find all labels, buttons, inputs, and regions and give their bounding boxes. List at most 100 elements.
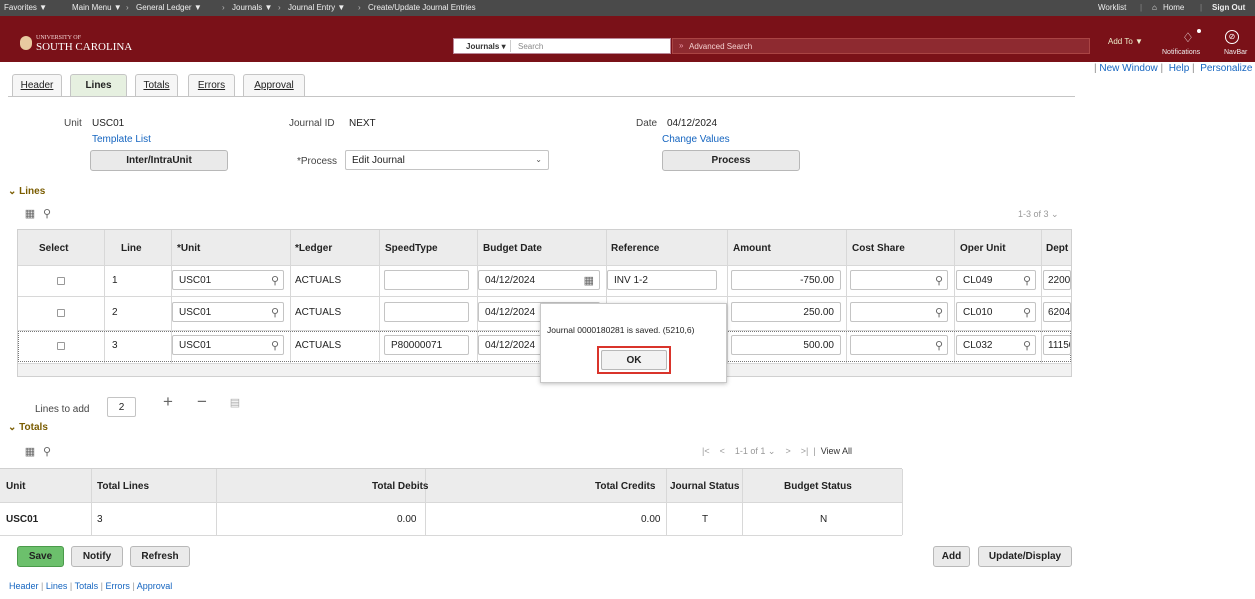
- delete-row-icon[interactable]: −: [194, 392, 210, 411]
- reference-input[interactable]: INV 1-2: [607, 270, 717, 290]
- update-display-button[interactable]: Update/Display: [978, 546, 1072, 567]
- speedtype-input[interactable]: [384, 302, 469, 322]
- home-icon[interactable]: ⌂: [1152, 3, 1157, 12]
- bottom-link-errors[interactable]: Errors: [105, 581, 130, 591]
- unit-input[interactable]: USC01 ⚲: [172, 270, 284, 290]
- unit-input[interactable]: USC01 ⚲: [172, 302, 284, 322]
- totals-section-title[interactable]: ⌄ Totals: [8, 422, 48, 433]
- lines-to-add-input[interactable]: 2: [107, 397, 136, 417]
- breadcrumb-general-ledger[interactable]: General Ledger ▼: [136, 3, 202, 12]
- tab-lines[interactable]: Lines: [70, 74, 127, 96]
- cost-share-input[interactable]: ⚲: [850, 302, 948, 322]
- col-header-oper-unit[interactable]: Oper Unit: [960, 243, 1006, 254]
- unit-input[interactable]: USC01 ⚲: [172, 335, 284, 355]
- main-menu[interactable]: Main Menu ▼: [72, 3, 122, 12]
- notifications-label[interactable]: Notifications: [1162, 49, 1200, 56]
- new-window-link[interactable]: New Window: [1099, 63, 1157, 74]
- bottom-link-lines[interactable]: Lines: [46, 581, 68, 591]
- calendar-icon[interactable]: ▦: [584, 274, 594, 287]
- budget-status-link[interactable]: N: [820, 514, 827, 525]
- dept-input[interactable]: 22000: [1043, 270, 1071, 290]
- col-header-cost-share[interactable]: Cost Share: [852, 243, 905, 254]
- breadcrumb-journals[interactable]: Journals ▼: [232, 3, 272, 12]
- bottom-link-approval[interactable]: Approval: [137, 581, 173, 591]
- compass-icon[interactable]: ⊘: [1225, 30, 1239, 44]
- search-scope-select[interactable]: Journals ▾: [466, 42, 506, 51]
- row-select-checkbox[interactable]: [57, 309, 65, 317]
- search-box[interactable]: Journals ▾ Search: [453, 38, 671, 54]
- lookup-icon[interactable]: ⚲: [271, 274, 279, 287]
- lookup-icon[interactable]: ⚲: [935, 274, 943, 287]
- bottom-link-totals[interactable]: Totals: [75, 581, 99, 591]
- sign-out-link[interactable]: Sign Out: [1212, 3, 1245, 12]
- search-icon[interactable]: ⚲: [40, 206, 54, 220]
- tab-approval[interactable]: Approval: [243, 74, 305, 96]
- process-button[interactable]: Process: [662, 150, 800, 171]
- lookup-icon[interactable]: ⚲: [1023, 339, 1031, 352]
- lines-section-title[interactable]: ⌄ Lines: [8, 186, 45, 197]
- lookup-icon[interactable]: ⚲: [935, 306, 943, 319]
- totals-pager-text[interactable]: 1-1 of 1: [735, 446, 766, 456]
- oper-unit-input[interactable]: CL049 ⚲: [956, 270, 1036, 290]
- amount-input[interactable]: 250.00: [731, 302, 841, 322]
- row-select-checkbox[interactable]: [57, 342, 65, 350]
- amount-input[interactable]: 500.00: [731, 335, 841, 355]
- col-header-ledger[interactable]: *Ledger: [295, 243, 332, 254]
- cost-share-input[interactable]: ⚲: [850, 270, 948, 290]
- dept-input[interactable]: 11150: [1043, 335, 1071, 355]
- col-header-dept[interactable]: Dept: [1046, 243, 1068, 254]
- next-page-icon[interactable]: >: [785, 446, 790, 456]
- col-header-select[interactable]: Select: [39, 243, 68, 254]
- cost-share-input[interactable]: ⚲: [850, 335, 948, 355]
- lookup-icon[interactable]: ⚲: [935, 339, 943, 352]
- prev-page-icon[interactable]: <: [720, 446, 725, 456]
- process-select[interactable]: Edit Journal ⌄: [345, 150, 549, 170]
- col-header-reference[interactable]: Reference: [611, 243, 659, 254]
- template-list-link[interactable]: Template List: [92, 134, 151, 145]
- add-button[interactable]: Add: [933, 546, 970, 567]
- add-row-icon[interactable]: +: [160, 392, 176, 411]
- speedtype-input[interactable]: P80000071: [384, 335, 469, 355]
- view-all-link[interactable]: View All: [821, 446, 852, 456]
- notify-button[interactable]: Notify: [71, 546, 123, 567]
- add-to-menu[interactable]: Add To ▼: [1108, 37, 1143, 46]
- calculator-icon[interactable]: ▤: [229, 395, 241, 409]
- change-values-link[interactable]: Change Values: [662, 134, 730, 145]
- speedtype-input[interactable]: [384, 270, 469, 290]
- advanced-search-bar[interactable]: » Advanced Search: [672, 38, 1090, 54]
- tab-errors[interactable]: Errors: [188, 74, 235, 96]
- col-header-amount[interactable]: Amount: [733, 243, 771, 254]
- budget-date-input[interactable]: 04/12/2024 ▦: [478, 270, 600, 290]
- save-button[interactable]: Save: [17, 546, 64, 567]
- grid-settings-icon[interactable]: ▦: [23, 444, 37, 458]
- lookup-icon[interactable]: ⚲: [1023, 306, 1031, 319]
- row-select-checkbox[interactable]: [57, 277, 65, 285]
- lookup-icon[interactable]: ⚲: [1023, 274, 1031, 287]
- inter-intraunit-button[interactable]: Inter/IntraUnit: [90, 150, 228, 171]
- favorites-menu[interactable]: Favorites ▼: [4, 3, 47, 12]
- navbar-label[interactable]: NavBar: [1224, 49, 1247, 56]
- lookup-icon[interactable]: ⚲: [271, 339, 279, 352]
- first-page-icon[interactable]: |<: [702, 446, 710, 456]
- amount-input[interactable]: -750.00: [731, 270, 841, 290]
- breadcrumb-create-update[interactable]: Create/Update Journal Entries: [368, 3, 476, 12]
- oper-unit-input[interactable]: CL010 ⚲: [956, 302, 1036, 322]
- col-header-line[interactable]: Line: [121, 243, 142, 254]
- search-icon[interactable]: ⚲: [40, 444, 54, 458]
- home-link[interactable]: Home: [1163, 3, 1184, 12]
- tab-totals[interactable]: Totals: [135, 74, 178, 96]
- personalize-page-link[interactable]: Personalize Page: [1200, 63, 1255, 74]
- advanced-search-link[interactable]: Advanced Search: [689, 42, 752, 51]
- journal-status-link[interactable]: T: [702, 514, 708, 525]
- tab-header[interactable]: Header: [12, 74, 62, 96]
- bottom-link-header[interactable]: Header: [9, 581, 39, 591]
- worklist-link[interactable]: Worklist: [1098, 3, 1126, 12]
- refresh-button[interactable]: Refresh: [130, 546, 190, 567]
- ok-button[interactable]: OK: [601, 350, 667, 370]
- help-link[interactable]: Help: [1169, 63, 1190, 74]
- col-header-unit[interactable]: *Unit: [177, 243, 200, 254]
- breadcrumb-journal-entry[interactable]: Journal Entry ▼: [288, 3, 345, 12]
- oper-unit-input[interactable]: CL032 ⚲: [956, 335, 1036, 355]
- last-page-icon[interactable]: >|: [801, 446, 809, 456]
- lines-pager[interactable]: 1-3 of 3 ⌄: [1018, 209, 1059, 220]
